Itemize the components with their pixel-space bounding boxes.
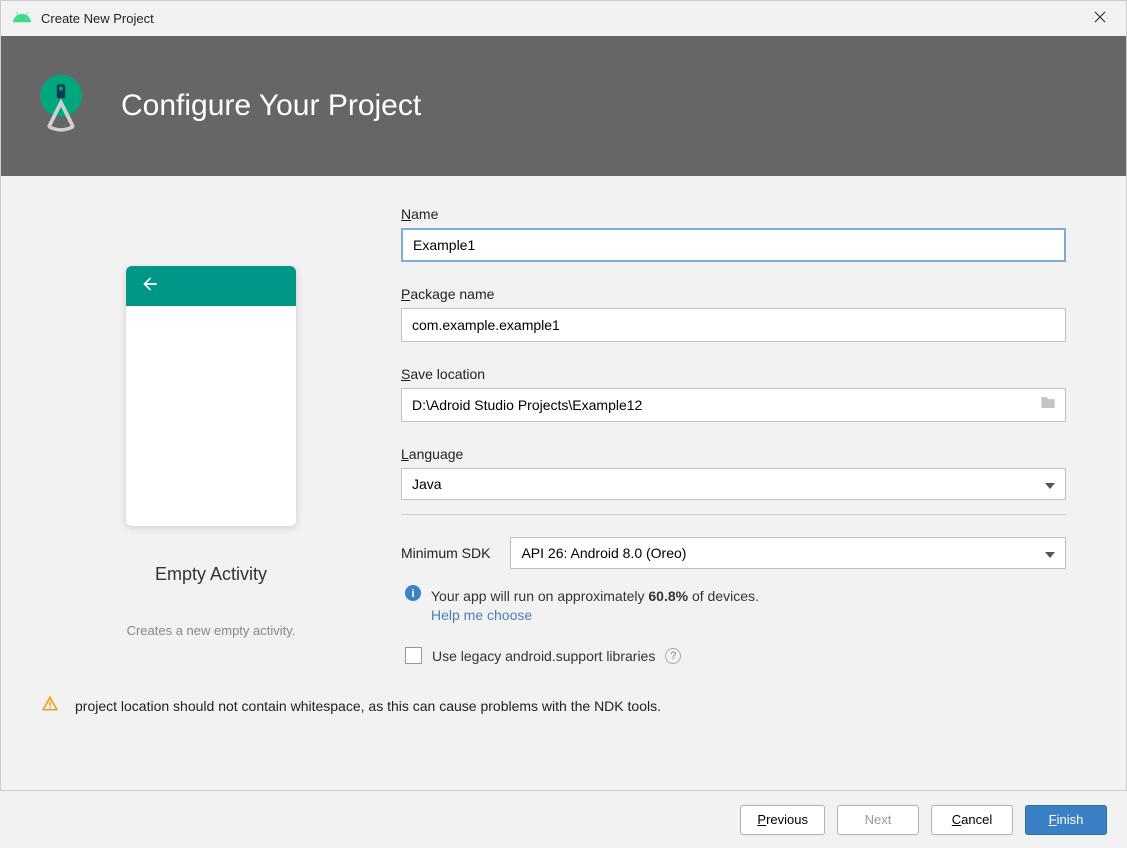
content-area: Empty Activity Creates a new empty activ…: [1, 176, 1126, 674]
titlebar: Create New Project: [1, 1, 1126, 36]
help-me-choose-link[interactable]: Help me choose: [431, 607, 759, 623]
language-select[interactable]: Java: [401, 468, 1066, 500]
language-label: Language: [401, 446, 1066, 462]
titlebar-title: Create New Project: [41, 11, 154, 26]
min-sdk-select[interactable]: API 26: Android 8.0 (Oreo): [510, 537, 1066, 569]
browse-folder-icon[interactable]: [1040, 396, 1056, 415]
legacy-libraries-checkbox[interactable]: [405, 647, 422, 664]
header: Configure Your Project: [1, 36, 1126, 176]
legacy-libraries-label: Use legacy android.support libraries: [432, 648, 655, 664]
chevron-down-icon: [1045, 545, 1055, 561]
help-icon[interactable]: ?: [665, 648, 681, 664]
warning-text: project location should not contain whit…: [75, 698, 661, 714]
form-column: Name Package name Save location Language…: [401, 206, 1066, 664]
button-bar: Previous Next Cancel Finish: [0, 790, 1127, 848]
close-button[interactable]: [1086, 6, 1114, 32]
warning-icon: [41, 694, 59, 717]
back-arrow-icon: [140, 274, 160, 299]
android-studio-logo-icon: [26, 69, 96, 144]
sdk-info-text: Your app will run on approximately 60.8%…: [431, 585, 759, 607]
package-label: Package name: [401, 286, 1066, 302]
previous-button[interactable]: Previous: [740, 805, 825, 835]
finish-button[interactable]: Finish: [1025, 805, 1107, 835]
chevron-down-icon: [1045, 476, 1055, 492]
preview-column: Empty Activity Creates a new empty activ…: [61, 206, 361, 664]
name-input[interactable]: [401, 228, 1066, 262]
header-title: Configure Your Project: [121, 89, 421, 123]
divider: [401, 514, 1066, 515]
save-location-label: Save location: [401, 366, 1066, 382]
preview-app-bar: [126, 266, 296, 306]
template-description: Creates a new empty activity.: [127, 623, 296, 638]
sdk-info: i Your app will run on approximately 60.…: [401, 585, 1066, 623]
legacy-libraries-row: Use legacy android.support libraries ?: [401, 647, 1066, 664]
svg-text:i: i: [411, 588, 414, 600]
cancel-button[interactable]: Cancel: [931, 805, 1013, 835]
info-icon: i: [405, 585, 421, 606]
next-button: Next: [837, 805, 919, 835]
template-title: Empty Activity: [155, 564, 267, 585]
app-icon: [13, 10, 31, 28]
name-label: Name: [401, 206, 1066, 222]
save-location-input[interactable]: [401, 388, 1066, 422]
min-sdk-label: Minimum SDK: [401, 545, 490, 561]
template-preview: [126, 266, 296, 526]
package-input[interactable]: [401, 308, 1066, 342]
warning-row: project location should not contain whit…: [1, 674, 1126, 717]
